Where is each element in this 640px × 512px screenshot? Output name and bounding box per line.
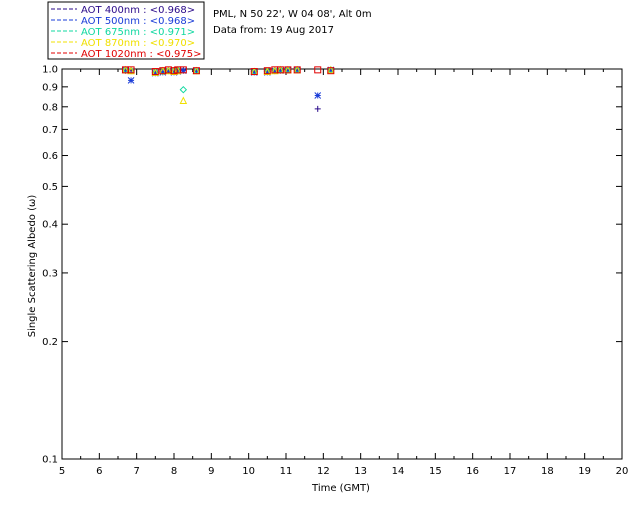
legend-label: AOT 1020nm : <0.975>: [81, 49, 201, 60]
x-axis-label: Time (GMT): [311, 483, 370, 494]
x-tick-label: 10: [242, 466, 255, 477]
x-tick-label: 20: [616, 466, 629, 477]
x-tick-label: 5: [59, 466, 65, 477]
x-tick-label: 18: [541, 466, 554, 477]
x-tick-label: 11: [280, 466, 293, 477]
y-tick-label: 0.2: [42, 337, 58, 348]
albedo-chart: AOT 400nm : <0.968>AOT 500nm : <0.968>AO…: [27, 1, 628, 494]
info-line: PML, N 50 22', W 04 08', Alt 0m: [213, 9, 372, 20]
x-tick-label: 13: [354, 466, 367, 477]
x-tick-label: 14: [392, 466, 405, 477]
y-tick-label: 1.0: [42, 65, 58, 76]
legend-label: AOT 400nm : <0.968>: [81, 5, 195, 16]
series-3: [121, 65, 335, 105]
x-tick-label: 9: [208, 466, 214, 477]
y-tick-label: 0.8: [42, 102, 58, 113]
legend: AOT 400nm : <0.968>AOT 500nm : <0.968>AO…: [47, 1, 205, 60]
legend-label: AOT 870nm : <0.970>: [81, 38, 195, 49]
x-tick-label: 16: [466, 466, 479, 477]
data-point: [314, 92, 322, 99]
data-point: [314, 105, 321, 112]
x-tick-label: 17: [504, 466, 517, 477]
x-tick-label: 8: [171, 466, 177, 477]
data-point: [179, 96, 188, 105]
data-point: [127, 77, 135, 84]
legend-label: AOT 500nm : <0.968>: [81, 16, 195, 27]
plot-area: 5 6 7 8 9 10 11 12 13 14 15 16 17 18 19 20 1.0 0.9 0.8 0.7 0…: [42, 65, 628, 478]
y-tick-label: 0.1: [42, 455, 58, 466]
x-tick-label: 6: [96, 466, 102, 477]
info-line: Data from: 19 Aug 2017: [213, 25, 334, 36]
data-point: [179, 85, 188, 94]
x-tick-label: 19: [578, 466, 591, 477]
legend-label: AOT 675nm : <0.971>: [81, 27, 195, 38]
x-tick-label: 15: [429, 466, 442, 477]
y-axis-label: Single Scattering Albedo (ω): [27, 195, 38, 338]
x-tick-label: 12: [317, 466, 330, 477]
station-info: PML, N 50 22', W 04 08', Alt 0m Data from…: [213, 9, 372, 36]
x-tick-label: 7: [133, 466, 139, 477]
y-tick-label: 0.6: [42, 151, 58, 162]
y-tick-label: 0.5: [42, 182, 58, 193]
plot-frame: [61, 68, 623, 460]
data-point: [314, 66, 322, 74]
y-tick-label: 0.4: [42, 220, 58, 231]
y-tick-label: 0.7: [42, 125, 58, 136]
y-tick-label: 0.3: [42, 268, 58, 279]
y-tick-label: 0.9: [42, 82, 58, 93]
